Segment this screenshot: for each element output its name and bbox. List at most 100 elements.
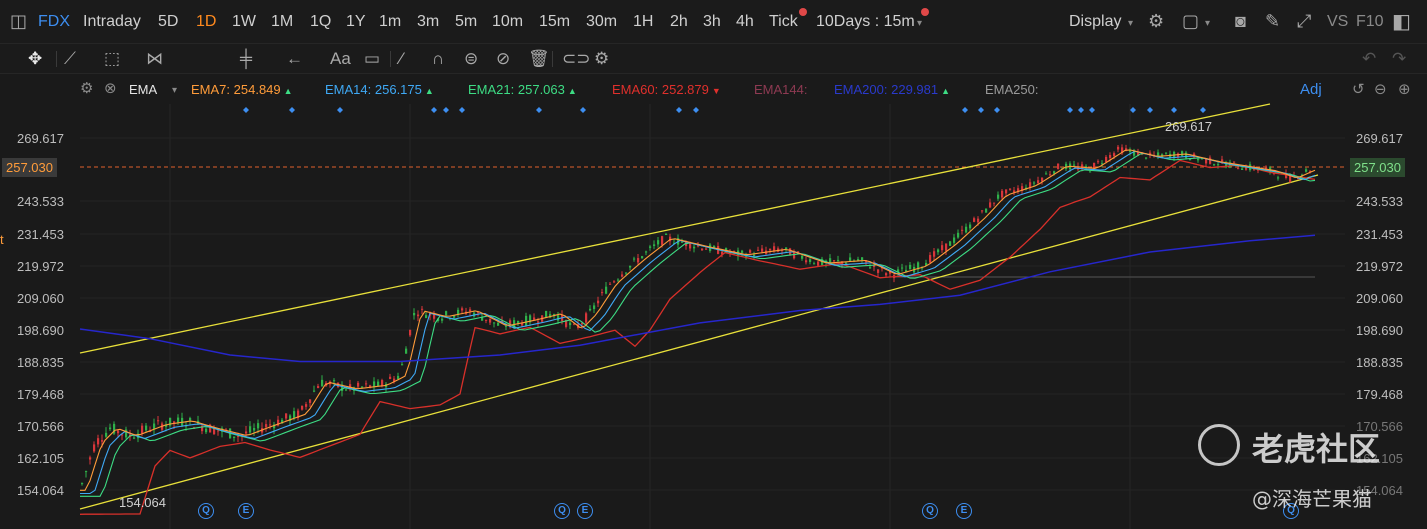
candle-body [1033,182,1036,184]
candle-body [993,202,996,204]
candle-body [1197,158,1200,161]
candle-body [877,269,880,273]
right-axis-tick: 219.972 [1356,259,1403,274]
candle-body [125,429,128,438]
earnings-q-badge[interactable]: Q [922,503,938,519]
candle-body [705,248,708,250]
candle-body [741,250,744,253]
candle-body [333,380,336,382]
candle-body [1185,152,1188,159]
candle-body [845,262,848,264]
candle-body [801,255,804,259]
candle-body [869,267,872,269]
event-e-badge[interactable]: E [577,503,593,519]
candle-body [269,424,272,426]
candle-body [641,256,644,259]
candle-body [1037,180,1040,184]
candle-body [389,376,392,379]
candle-body [145,425,148,431]
candle-body [409,329,412,336]
event-e-badge[interactable]: E [238,503,254,519]
candle-body [489,318,492,323]
candle-body [253,427,256,431]
right-axis-tick: 231.453 [1356,227,1403,242]
candle-body [849,257,852,261]
candle-body [645,251,648,253]
candle-body [1305,169,1308,172]
watermark-author: @深海芒果猫 [1252,487,1372,511]
right-axis-tick: 188.835 [1356,355,1403,370]
candle-body [101,440,104,442]
earnings-q-badge[interactable]: Q [554,503,570,519]
candle-body [885,273,888,276]
candle-body [1213,164,1216,166]
candle-body [1181,151,1184,156]
axis-partial-glyph: t [0,232,4,247]
candle-body [469,309,472,312]
candle-body [189,418,192,421]
candle-body [233,436,236,438]
candle-body [1145,157,1148,159]
current-price-tag-right: 257.030 [1350,158,1405,177]
candle-body [381,380,384,387]
candle-body [441,318,444,321]
candle-body [513,320,516,327]
candle-body [609,283,612,285]
candle-body [753,254,756,257]
candle-body [649,246,652,248]
candle-body [461,308,464,311]
earnings-q-badge[interactable]: Q [198,503,214,519]
candle-body [533,317,536,320]
candle-body [293,411,296,419]
candle-body [537,321,540,323]
candle-body [425,315,428,318]
candle-body [681,241,684,243]
candle-body [1045,173,1048,175]
signal-diamond [243,107,249,113]
candle-body [757,249,760,251]
candle-body [317,386,320,389]
candle-body [217,430,220,432]
candle-body [997,194,1000,199]
signal-diamond [1078,107,1084,113]
candle-body [497,322,500,326]
candle-body [245,431,248,434]
candle-body [1097,161,1100,163]
candle-body [249,426,252,433]
candle-body [493,322,496,324]
signal-diamond [1200,107,1206,113]
left-axis-tick: 179.468 [17,387,64,402]
signal-diamond [676,107,682,113]
candle-body [693,246,696,249]
candle-body [305,404,308,407]
candle-body [141,425,144,434]
candle-body [861,257,864,260]
candle-body [969,224,972,229]
candle-body [505,325,508,327]
candle-body [833,260,836,262]
right-axis-tick: 198.690 [1356,323,1403,338]
candle-body [597,300,600,304]
candle-body [929,255,932,263]
channel-lower-line [79,174,1319,510]
candle-body [265,424,268,428]
candle-body [93,444,96,452]
candle-body [1113,153,1116,157]
candle-body [829,258,832,263]
candle-body [313,390,316,392]
candle-body [945,243,948,251]
candle-body [637,258,640,263]
candle-body [981,210,984,212]
signal-diamond [978,107,984,113]
candle-body [697,245,700,247]
event-e-badge[interactable]: E [956,503,972,519]
signal-diamond [536,107,542,113]
candle-body [1221,159,1224,162]
candle-body [961,229,964,231]
signal-diamond [994,107,1000,113]
candle-body [837,259,840,261]
signal-diamond [443,107,449,113]
candle-body [1073,164,1076,166]
candle-body [977,218,980,223]
signal-diamond [337,107,343,113]
